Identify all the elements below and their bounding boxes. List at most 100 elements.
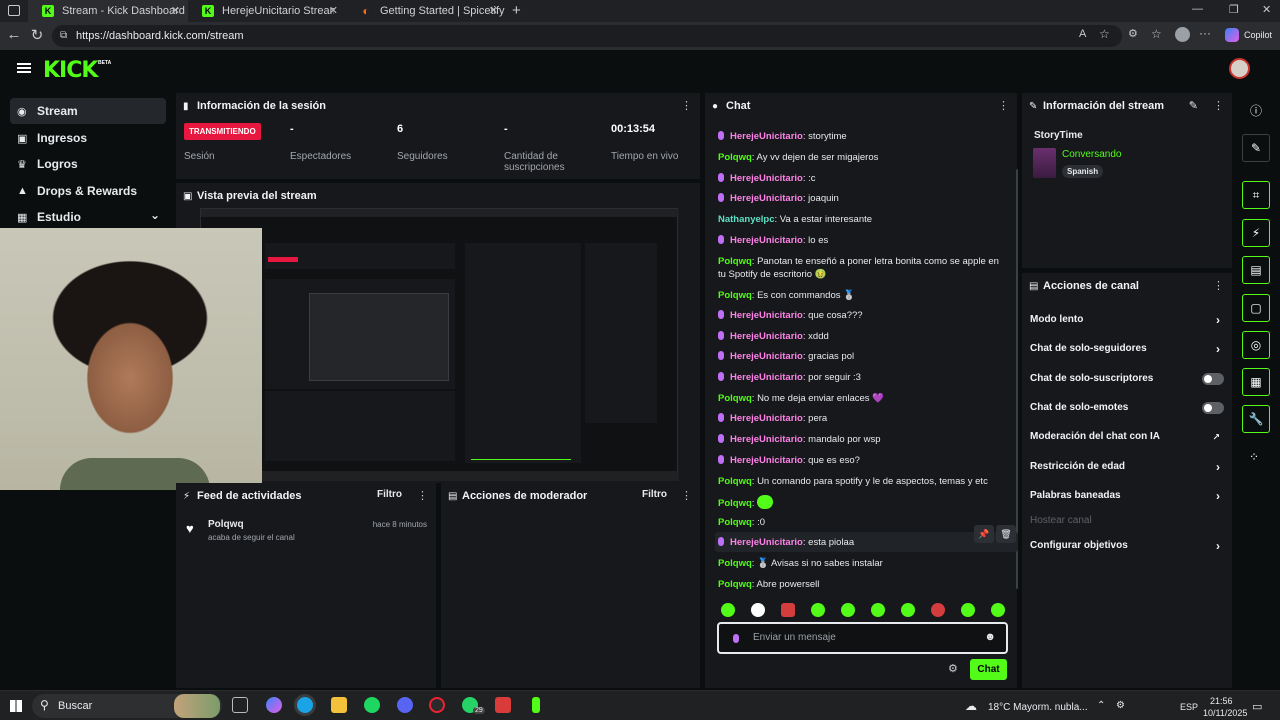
- user-avatar[interactable]: [1229, 58, 1250, 79]
- spotify-icon[interactable]: [364, 697, 380, 713]
- chat-message[interactable]: Polqwq: Panotan te enseñó a poner letra …: [718, 255, 1008, 281]
- language-indicator[interactable]: ESP: [1180, 702, 1198, 712]
- emote-icon[interactable]: [871, 603, 885, 617]
- file-explorer-icon[interactable]: [331, 697, 347, 713]
- profile-icon[interactable]: [1175, 27, 1190, 42]
- chat-scrollbar[interactable]: [1016, 169, 1018, 589]
- clipboard-icon[interactable]: ▤: [1242, 256, 1270, 284]
- close-window-icon[interactable]: ✕: [1262, 3, 1271, 16]
- chat-username[interactable]: Polqwq: [718, 476, 752, 487]
- maximize-icon[interactable]: ❐: [1229, 3, 1239, 16]
- star-icon[interactable]: ☆: [1099, 27, 1110, 41]
- close-icon[interactable]: ✕: [329, 4, 338, 17]
- emoji-picker-icon[interactable]: ☻: [984, 631, 996, 643]
- sidebar-item-drops[interactable]: ▲ Drops & Rewards: [10, 178, 166, 204]
- chat-message[interactable]: Polqwq: :0: [718, 516, 1008, 529]
- action-slow-mode[interactable]: Modo lento ›: [1030, 312, 1224, 328]
- layout-icon[interactable]: ▦: [1242, 368, 1270, 396]
- sidebar-item-estudio[interactable]: ▦ Estudio ⌄: [10, 204, 166, 230]
- wrench-icon[interactable]: 🔧: [1242, 405, 1270, 433]
- chat-message[interactable]: HerejeUnicitario: xddd: [718, 330, 1008, 343]
- bolt-icon[interactable]: ⚡: [1242, 219, 1270, 247]
- chat-username[interactable]: Polqwq: [718, 393, 752, 404]
- extensions-icon[interactable]: ⚙: [1128, 27, 1138, 40]
- chat-message[interactable]: HerejeUnicitario: esta piolaa: [718, 536, 1008, 549]
- chat-message[interactable]: HerejeUnicitario: joaquin: [718, 192, 1008, 205]
- action-followers-only[interactable]: Chat de solo-seguidores ›: [1030, 341, 1224, 357]
- chat-message[interactable]: HerejeUnicitario: que es eso?: [718, 454, 1008, 467]
- chat-message[interactable]: Polqwq: Abre powersell: [718, 578, 1008, 591]
- chat-username[interactable]: HerejeUnicitario: [730, 413, 803, 424]
- filter-button[interactable]: Filtro: [377, 489, 402, 500]
- hamburger-menu-icon[interactable]: [17, 63, 31, 65]
- close-icon[interactable]: ✕: [171, 4, 180, 17]
- chat-username[interactable]: HerejeUnicitario: [730, 434, 803, 445]
- chat-message[interactable]: Polqwq: No me deja enviar enlaces 💜: [718, 392, 1008, 405]
- favorites-icon[interactable]: ☆: [1151, 27, 1162, 41]
- filter-button[interactable]: Filtro: [642, 489, 667, 500]
- kebab-menu-icon[interactable]: ⋮: [681, 489, 692, 502]
- new-tab-icon[interactable]: +: [512, 2, 521, 19]
- chat-username[interactable]: Polqwq: [718, 152, 752, 163]
- broadcast-icon[interactable]: ◎: [1242, 331, 1270, 359]
- chat-message[interactable]: Polqwq: Es con commandos 🥈: [718, 289, 1008, 302]
- refresh-icon[interactable]: ↻: [27, 26, 47, 44]
- emote-icon[interactable]: [931, 603, 945, 617]
- chat-message[interactable]: Polqwq: 🥈 Avisas si no sabes instalar: [718, 557, 1008, 570]
- more-icon[interactable]: ···: [1199, 26, 1211, 40]
- url-input[interactable]: ⧉ https://dashboard.kick.com/stream: [52, 25, 1122, 47]
- windows-start-icon[interactable]: [10, 700, 22, 712]
- sidebar-item-stream[interactable]: ◉ Stream: [10, 98, 166, 124]
- tab-stream-watch[interactable]: K HerejeUnicitario Stream - Watch L ✕: [188, 0, 346, 22]
- chat-message[interactable]: HerejeUnicitario: gracias pol: [718, 350, 1008, 363]
- tray-chevron-icon[interactable]: ⌃: [1097, 700, 1105, 711]
- chat-username[interactable]: HerejeUnicitario: [730, 235, 803, 246]
- chat-message[interactable]: HerejeUnicitario: lo es: [718, 234, 1008, 247]
- tab-kick-dashboard[interactable]: K Stream - Kick Dashboard ✕: [28, 0, 188, 22]
- kick-taskbar-icon[interactable]: [532, 697, 540, 713]
- chat-username[interactable]: HerejeUnicitario: [730, 193, 803, 204]
- task-view-icon[interactable]: [232, 697, 248, 713]
- action-ai-moderation[interactable]: Moderación del chat con IA ↗: [1030, 429, 1224, 445]
- info-icon[interactable]: ⓘ: [1250, 102, 1262, 119]
- copilot-taskbar-icon[interactable]: [266, 697, 282, 713]
- chat-message[interactable]: Polqwq: Un comando para spotify y le de …: [718, 475, 1008, 488]
- sidebar-item-logros[interactable]: ♛ Logros: [10, 151, 166, 177]
- chat-username[interactable]: Polqwq: [718, 558, 752, 569]
- emote-icon[interactable]: [991, 603, 1005, 617]
- chat-username[interactable]: HerejeUnicitario: [730, 372, 803, 383]
- chat-message[interactable]: Nathanyelpc: Va a estar interesante: [718, 213, 1008, 226]
- sidebar-item-ingresos[interactable]: ▣ Ingresos: [10, 125, 166, 151]
- edge-icon[interactable]: [297, 697, 313, 713]
- edit-layout-icon[interactable]: ✎: [1242, 134, 1270, 162]
- chat-username[interactable]: Polqwq: [718, 256, 752, 267]
- chat-input[interactable]: Enviar un mensaje ☻: [717, 622, 1008, 654]
- chat-username[interactable]: Polqwq: [718, 579, 752, 590]
- activity-user[interactable]: Polqwq: [208, 519, 244, 530]
- kebab-menu-icon[interactable]: ⋮: [417, 489, 428, 502]
- chat-username[interactable]: HerejeUnicitario: [730, 331, 803, 342]
- edit-icon[interactable]: ✎: [1189, 99, 1198, 112]
- app-red-icon[interactable]: [495, 697, 511, 713]
- action-age-restriction[interactable]: Restricción de edad ›: [1030, 459, 1224, 475]
- chat-message[interactable]: HerejeUnicitario: mandalo por wsp: [718, 433, 1008, 446]
- emote-icon[interactable]: [721, 603, 735, 617]
- close-icon[interactable]: ✕: [489, 4, 498, 17]
- settings-gear-icon[interactable]: ⚙: [948, 662, 958, 675]
- apps-icon[interactable]: ⁘: [1249, 450, 1259, 464]
- copilot-label[interactable]: Copilot: [1244, 30, 1272, 40]
- chat-message[interactable]: Polqwq: Ay vv dejen de ser migajeros: [718, 151, 1008, 164]
- taskbar-search[interactable]: ⚲ Buscar: [32, 694, 222, 718]
- weather-text[interactable]: 18°C Mayorm. nubla...: [988, 702, 1088, 713]
- obs-icon[interactable]: [429, 697, 445, 713]
- chat-username[interactable]: Polqwq: [718, 517, 752, 528]
- discord-icon[interactable]: [397, 697, 413, 713]
- chat-message[interactable]: HerejeUnicitario: :c: [718, 172, 1008, 185]
- chat-message[interactable]: HerejeUnicitario: que cosa???: [718, 309, 1008, 322]
- chat-username[interactable]: HerejeUnicitario: [730, 310, 803, 321]
- chat-username[interactable]: HerejeUnicitario: [730, 173, 803, 184]
- stream-category[interactable]: Conversando: [1062, 149, 1121, 160]
- tab-spicetify[interactable]: ◐ Getting Started | Spicetify ✕: [346, 0, 506, 22]
- chat-username[interactable]: HerejeUnicitario: [730, 537, 803, 548]
- emote-icon[interactable]: [961, 603, 975, 617]
